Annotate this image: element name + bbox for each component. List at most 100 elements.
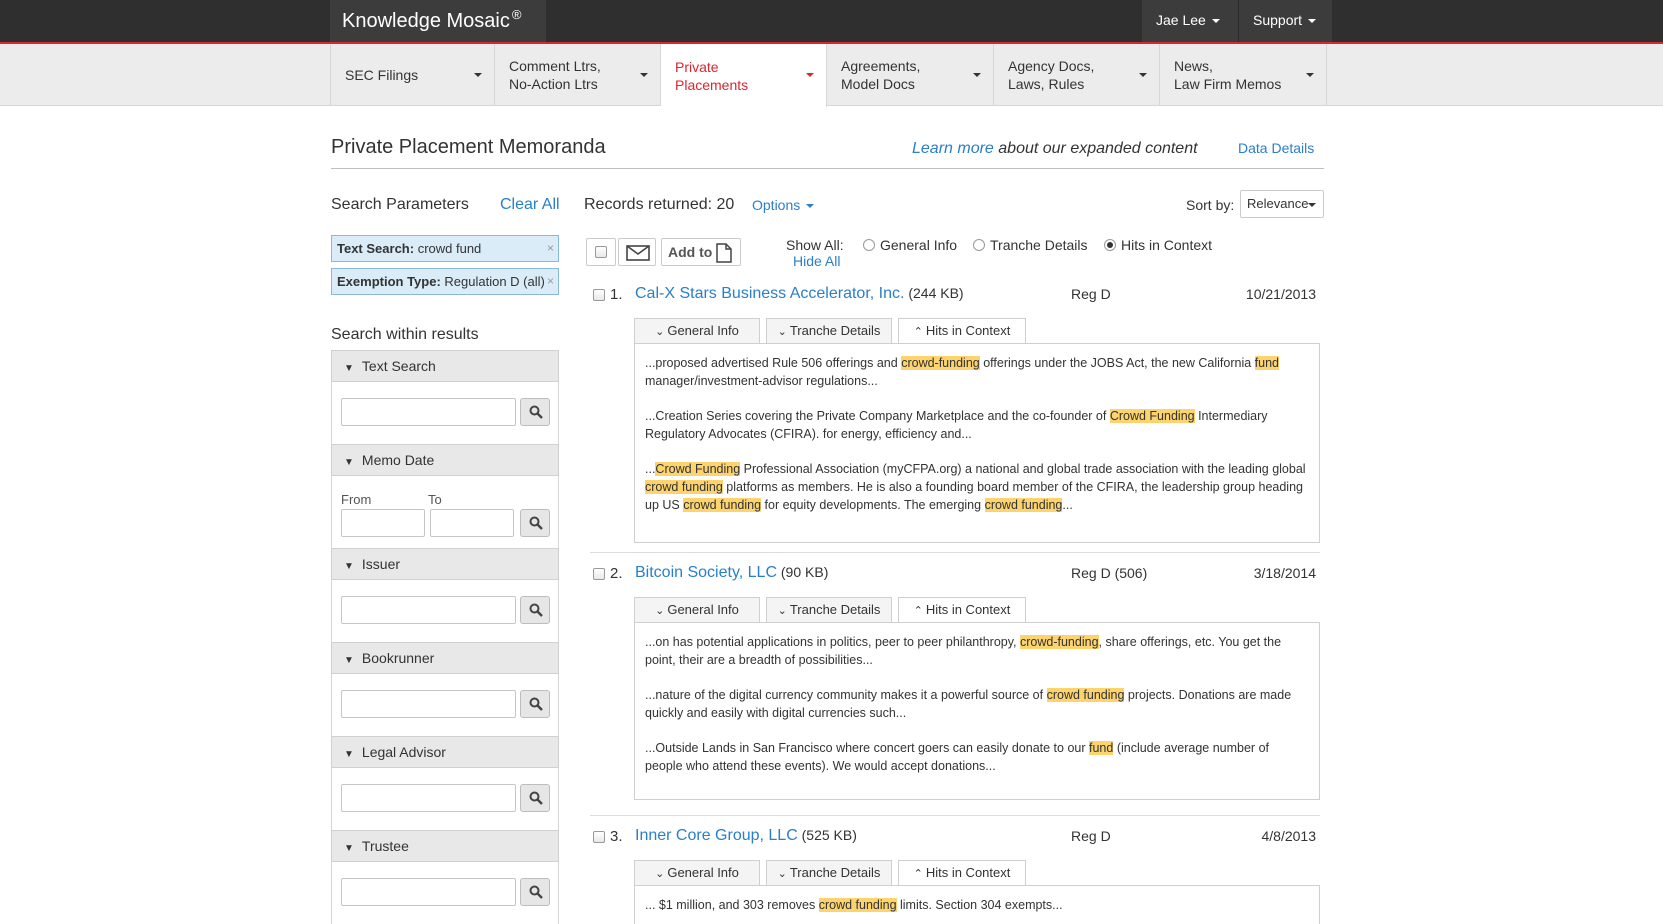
date-search-button[interactable] (520, 509, 550, 537)
page-title: Private Placement Memoranda (331, 136, 606, 158)
result-title-link[interactable]: Bitcoin Society, LLC (635, 564, 777, 581)
facet-title: Bookrunner (361, 650, 435, 666)
radio-tranche-details[interactable]: Tranche Details (973, 237, 1088, 253)
result-title: Inner Core Group, LLC (525 KB) (635, 827, 857, 845)
brand-logo[interactable]: Knowledge Mosaic ® (330, 0, 546, 42)
facet-trustee-header[interactable]: ▼ Trustee (331, 830, 559, 862)
tab-tranche-details[interactable]: ⌄ Tranche Details (766, 318, 892, 343)
search-within-heading: Search within results (331, 326, 479, 343)
add-to-label: Add to (668, 244, 713, 260)
chevron-down-icon (806, 204, 815, 209)
tab-tranche-details[interactable]: ⌄ Tranche Details (766, 597, 892, 622)
trustee-search-button[interactable] (520, 878, 550, 906)
close-icon[interactable]: × (547, 236, 554, 261)
facet-issuer-header[interactable]: ▼ Issuer (331, 548, 559, 580)
result-divider (590, 552, 1320, 553)
tab-hits-in-context[interactable]: ⌃ Hits in Context (898, 860, 1026, 886)
hit-snippet: ...nature of the digital currency commun… (645, 686, 1309, 722)
search-icon (529, 516, 543, 530)
nav-tab-private-placements[interactable]: Private Placements (661, 44, 827, 107)
triangle-down-icon: ▼ (344, 561, 354, 572)
hit-text: for equity developments. The emerging (761, 498, 985, 512)
legal-advisor-search-button[interactable] (520, 784, 550, 812)
result-checkbox[interactable] (593, 831, 605, 843)
date-to-input[interactable] (430, 509, 514, 537)
result-size: (90 KB) (777, 564, 829, 580)
from-label: From (341, 492, 372, 507)
hit-text: ...nature of the digital currency commun… (645, 688, 1047, 702)
hit-text: limits. Section 304 exempts... (896, 898, 1063, 912)
tab-tranche-details[interactable]: ⌄ Tranche Details (766, 860, 892, 885)
select-all-checkbox[interactable] (595, 246, 607, 258)
email-button[interactable] (618, 238, 656, 266)
envelope-icon (626, 245, 650, 261)
nav-tab-news[interactable]: News, Law Firm Memos (1160, 44, 1327, 106)
tab-general-info[interactable]: ⌄ General Info (634, 860, 760, 885)
radio-icon[interactable] (973, 239, 985, 251)
facet-text-search-header[interactable]: ▼ Text Search (331, 350, 559, 382)
user-menu[interactable]: Jae Lee (1142, 0, 1238, 42)
hit-text: ... (645, 462, 656, 476)
facet-memo-date-header[interactable]: ▼ Memo Date (331, 444, 559, 476)
facet-bookrunner-header[interactable]: ▼ Bookrunner (331, 642, 559, 674)
chevron-double-down-icon: ⌄ (777, 326, 787, 338)
tab-general-info[interactable]: ⌄ General Info (634, 597, 760, 622)
search-chip-text[interactable]: Text Search: crowd fund × (331, 235, 559, 262)
result-checkbox[interactable] (593, 568, 605, 580)
triangle-down-icon: ▼ (344, 457, 354, 468)
radio-label: General Info (880, 237, 958, 253)
data-details-link[interactable]: Data Details (1238, 140, 1314, 156)
radio-icon[interactable] (863, 239, 875, 251)
bookrunner-input[interactable] (341, 690, 516, 718)
result-regulation: Reg D (1071, 828, 1111, 844)
legal-advisor-input[interactable] (341, 784, 516, 812)
text-search-button[interactable] (520, 398, 550, 426)
radio-hits-in-context[interactable]: Hits in Context (1104, 237, 1212, 253)
issuer-search-button[interactable] (520, 596, 550, 624)
result-checkbox[interactable] (593, 289, 605, 301)
clear-all-link[interactable]: Clear All (500, 196, 560, 214)
issuer-input[interactable] (341, 596, 516, 624)
nav-tab-comment-letters[interactable]: Comment Ltrs, No-Action Ltrs (495, 44, 661, 106)
options-dropdown[interactable]: Options (752, 197, 815, 213)
nav-tab-label: News, (1174, 58, 1213, 74)
sort-select[interactable]: Relevance (1240, 190, 1324, 218)
nav-tab-label: Private (675, 58, 719, 75)
chip-label: Exemption Type: (337, 274, 441, 289)
support-menu[interactable]: Support (1238, 0, 1332, 42)
hit-highlight: crowd funding (984, 498, 1063, 512)
facet-legal-advisor-header[interactable]: ▼ Legal Advisor (331, 736, 559, 768)
radio-general-info[interactable]: General Info (863, 237, 957, 253)
chevron-down-icon (474, 73, 482, 77)
bookrunner-search-button[interactable] (520, 690, 550, 718)
chevron-down-icon (806, 73, 814, 77)
hide-all-link[interactable]: Hide All (793, 253, 840, 269)
hit-highlight: crowd-funding (1020, 635, 1099, 649)
learn-more-link[interactable]: Learn more (912, 140, 994, 157)
nav-tab-agreements[interactable]: Agreements, Model Docs (827, 44, 994, 106)
chip-label: Text Search: (337, 241, 415, 256)
show-all-label: Show All: (786, 237, 844, 253)
tab-hits-in-context[interactable]: ⌃ Hits in Context (898, 597, 1026, 623)
add-to-button[interactable]: Add to (661, 238, 741, 266)
nav-tab-sec-filings[interactable]: SEC Filings (330, 44, 495, 106)
close-icon[interactable]: × (547, 269, 554, 294)
chevron-down-icon (1308, 203, 1316, 207)
result-item: 1. Cal-X Stars Business Accelerator, Inc… (590, 284, 1320, 544)
facet-bookrunner-body (331, 674, 559, 736)
chevron-down-icon (973, 73, 981, 77)
result-title-link[interactable]: Cal-X Stars Business Accelerator, Inc. (635, 285, 904, 302)
chevron-down-icon (1308, 19, 1317, 24)
trustee-input[interactable] (341, 878, 516, 906)
tab-general-info[interactable]: ⌄ General Info (634, 318, 760, 343)
search-chip-exemption[interactable]: Exemption Type: Regulation D (all) × (331, 268, 559, 295)
nav-tab-agency-docs[interactable]: Agency Docs, Laws, Rules (994, 44, 1160, 106)
date-from-input[interactable] (341, 509, 425, 537)
hit-text: offerings under the JOBS Act, the new Ca… (979, 356, 1255, 370)
tab-hits-in-context[interactable]: ⌃ Hits in Context (898, 318, 1026, 344)
radio-icon-selected[interactable] (1104, 239, 1116, 251)
hits-panel: ... $1 million, and 303 removes crowd fu… (634, 885, 1320, 924)
result-title-link[interactable]: Inner Core Group, LLC (635, 827, 798, 844)
text-search-input[interactable] (341, 398, 516, 426)
select-all-box[interactable] (586, 238, 616, 266)
